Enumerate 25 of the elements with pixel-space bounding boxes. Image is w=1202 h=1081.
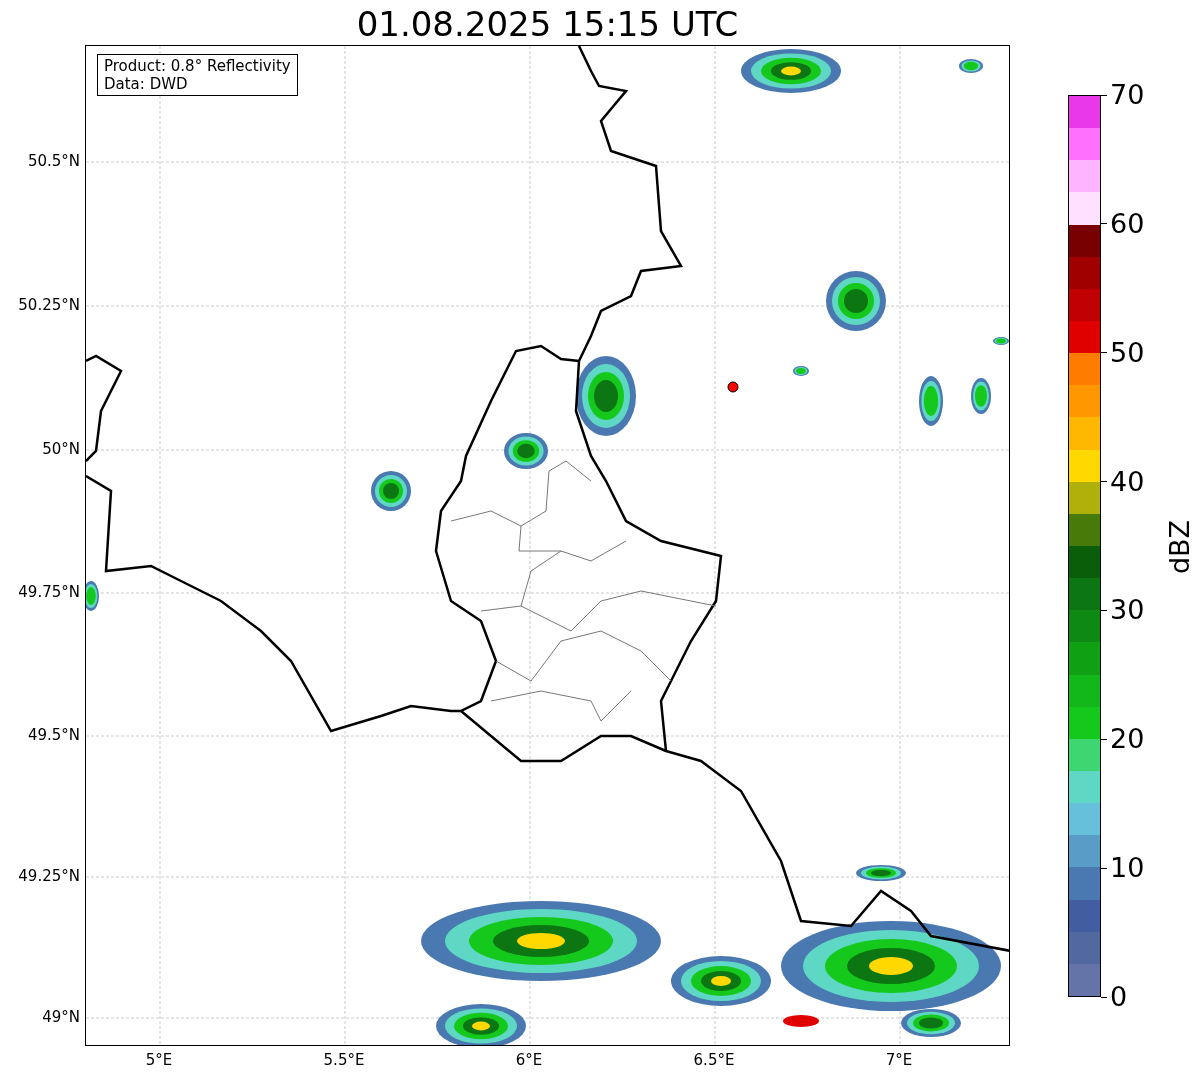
longitude-label: 6.5°E bbox=[692, 1051, 736, 1069]
colorbar-tick-label: 0 bbox=[1110, 982, 1128, 1012]
colorbar-tick-label: 50 bbox=[1110, 337, 1145, 368]
latitude-label: 50.25°N bbox=[18, 296, 80, 314]
latitude-label: 50°N bbox=[42, 440, 80, 458]
longitude-label: 5.5°E bbox=[322, 1051, 366, 1069]
longitude-label: 7°E bbox=[884, 1051, 914, 1069]
colorbar-tick-label: 60 bbox=[1110, 208, 1145, 239]
latitude-label: 50.5°N bbox=[27, 152, 80, 170]
colorbar-tick-label: 40 bbox=[1110, 466, 1145, 497]
colorbar-tick-label: 70 bbox=[1110, 80, 1145, 110]
longitude-label: 6°E bbox=[514, 1051, 544, 1069]
colorbar-label: dBZ bbox=[1165, 519, 1195, 575]
latitude-label: 49.75°N bbox=[18, 583, 80, 601]
longitude-label: 5°E bbox=[144, 1051, 174, 1069]
colorbar-tick-label: 20 bbox=[1110, 724, 1145, 755]
latitude-label: 49.25°N bbox=[18, 867, 80, 885]
latitude-label: 49°N bbox=[42, 1008, 80, 1026]
colorbar-tick-label: 30 bbox=[1110, 595, 1145, 626]
annotation-text: Product: 0.8° Reflectivity bbox=[104, 57, 291, 75]
latitude-label: 49.5°N bbox=[27, 726, 80, 744]
annotation-text: Data: DWD bbox=[104, 75, 189, 93]
colorbar-tick-label: 10 bbox=[1110, 853, 1145, 884]
chart-title: 01.08.2025 15:15 UTC bbox=[355, 3, 740, 45]
location-marker bbox=[727, 381, 739, 393]
